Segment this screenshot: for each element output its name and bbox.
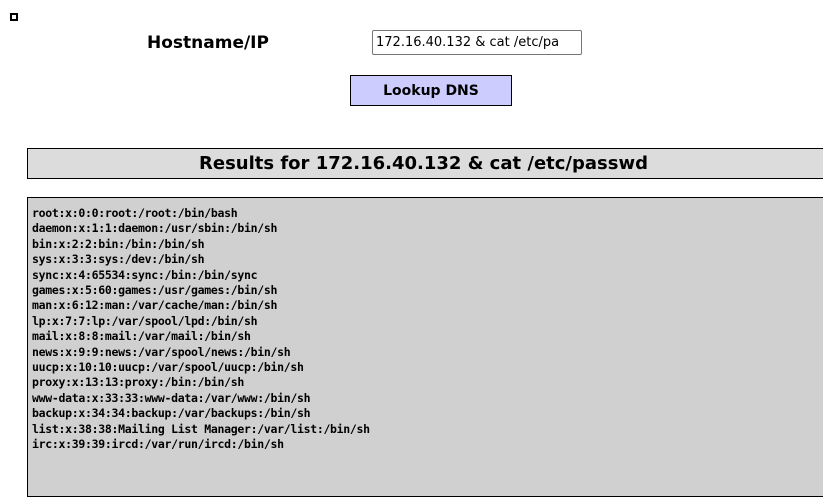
output-line: irc:x:39:39:ircd:/var/run/ircd:/bin/sh [32,437,284,452]
results-title: Results for 172.16.40.132 & cat /etc/pas… [199,153,648,174]
lookup-dns-button[interactable]: Lookup DNS [350,75,512,106]
output-line: bin:x:2:2:bin:/bin:/bin/sh [32,236,205,251]
output-line: www-data:x:33:33:www-data:/var/www:/bin/… [32,390,311,405]
output-line: daemon:x:1:1:daemon:/usr/sbin:/bin/sh [32,221,278,236]
hostname-input[interactable] [372,30,582,55]
output-line: lp:x:7:7:lp:/var/spool/lpd:/bin/sh [32,313,258,328]
output-line: news:x:9:9:news:/var/spool/news:/bin/sh [32,344,291,359]
output-line: man:x:6:12:man:/var/cache/man:/bin/sh [32,298,278,313]
output-line: sync:x:4:65534:sync:/bin:/bin/sync [32,267,258,282]
output-line: sys:x:3:3:sys:/dev:/bin/sh [32,252,205,267]
page-marker-icon [10,13,18,21]
output-line: games:x:5:60:games:/usr/games:/bin/sh [32,283,278,298]
output-line: backup:x:34:34:backup:/var/backups:/bin/… [32,406,311,421]
output-line: root:x:0:0:root:/root:/bin/bash [32,206,238,220]
output-line: list:x:38:38:Mailing List Manager:/var/l… [32,421,370,436]
output-line: uucp:x:10:10:uucp:/var/spool/uucp:/bin/s… [32,360,304,375]
output-line: proxy:x:13:13:proxy:/bin:/bin/sh [32,375,244,390]
results-header: Results for 172.16.40.132 & cat /etc/pas… [27,148,823,179]
hostname-label: Hostname/IP [147,33,269,53]
results-output: root:x:0:0:root:/root:/bin/bash daemon:x… [27,197,823,497]
output-line: mail:x:8:8:mail:/var/mail:/bin/sh [32,329,251,344]
